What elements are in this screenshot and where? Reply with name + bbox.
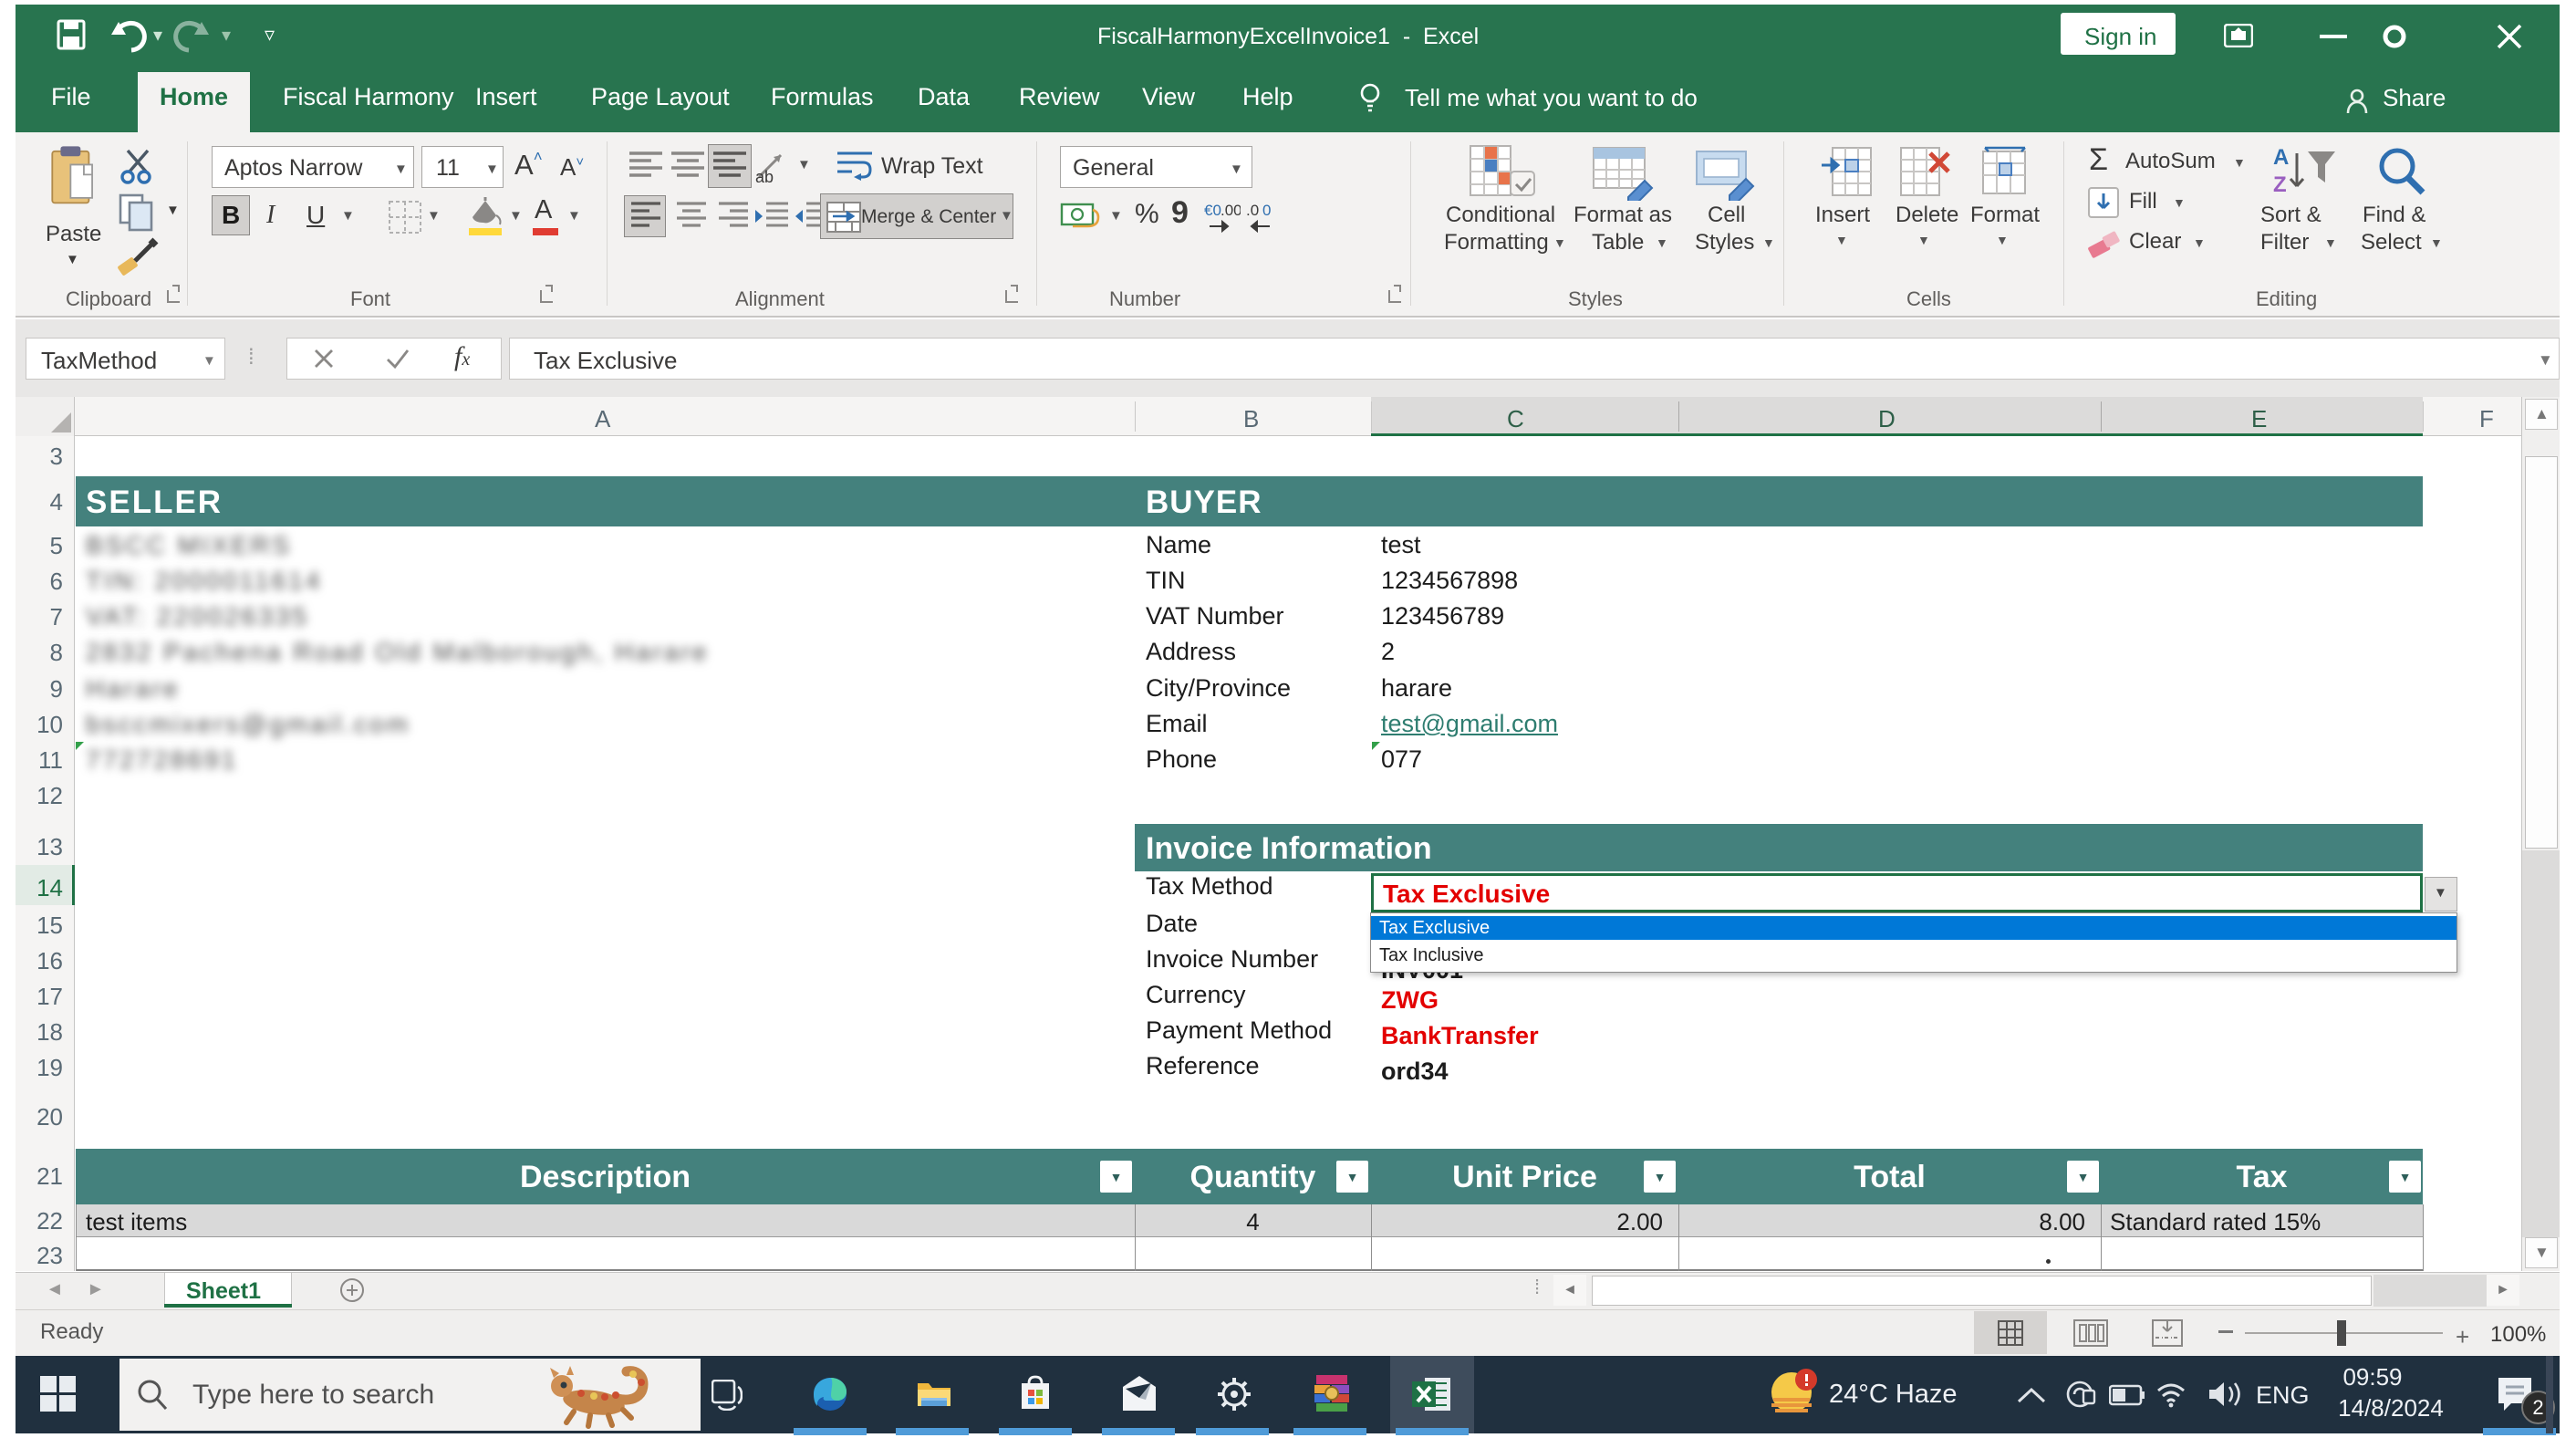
- svg-text:€0: €0: [1204, 202, 1221, 219]
- svg-text:0: 0: [1262, 202, 1271, 219]
- svg-text:A: A: [2273, 145, 2289, 170]
- svg-text:.0: .0: [1246, 202, 1259, 219]
- svg-text:Z: Z: [2273, 172, 2287, 197]
- svg-text:ab: ab: [755, 168, 774, 186]
- svg-text:.00: .00: [1220, 202, 1241, 219]
